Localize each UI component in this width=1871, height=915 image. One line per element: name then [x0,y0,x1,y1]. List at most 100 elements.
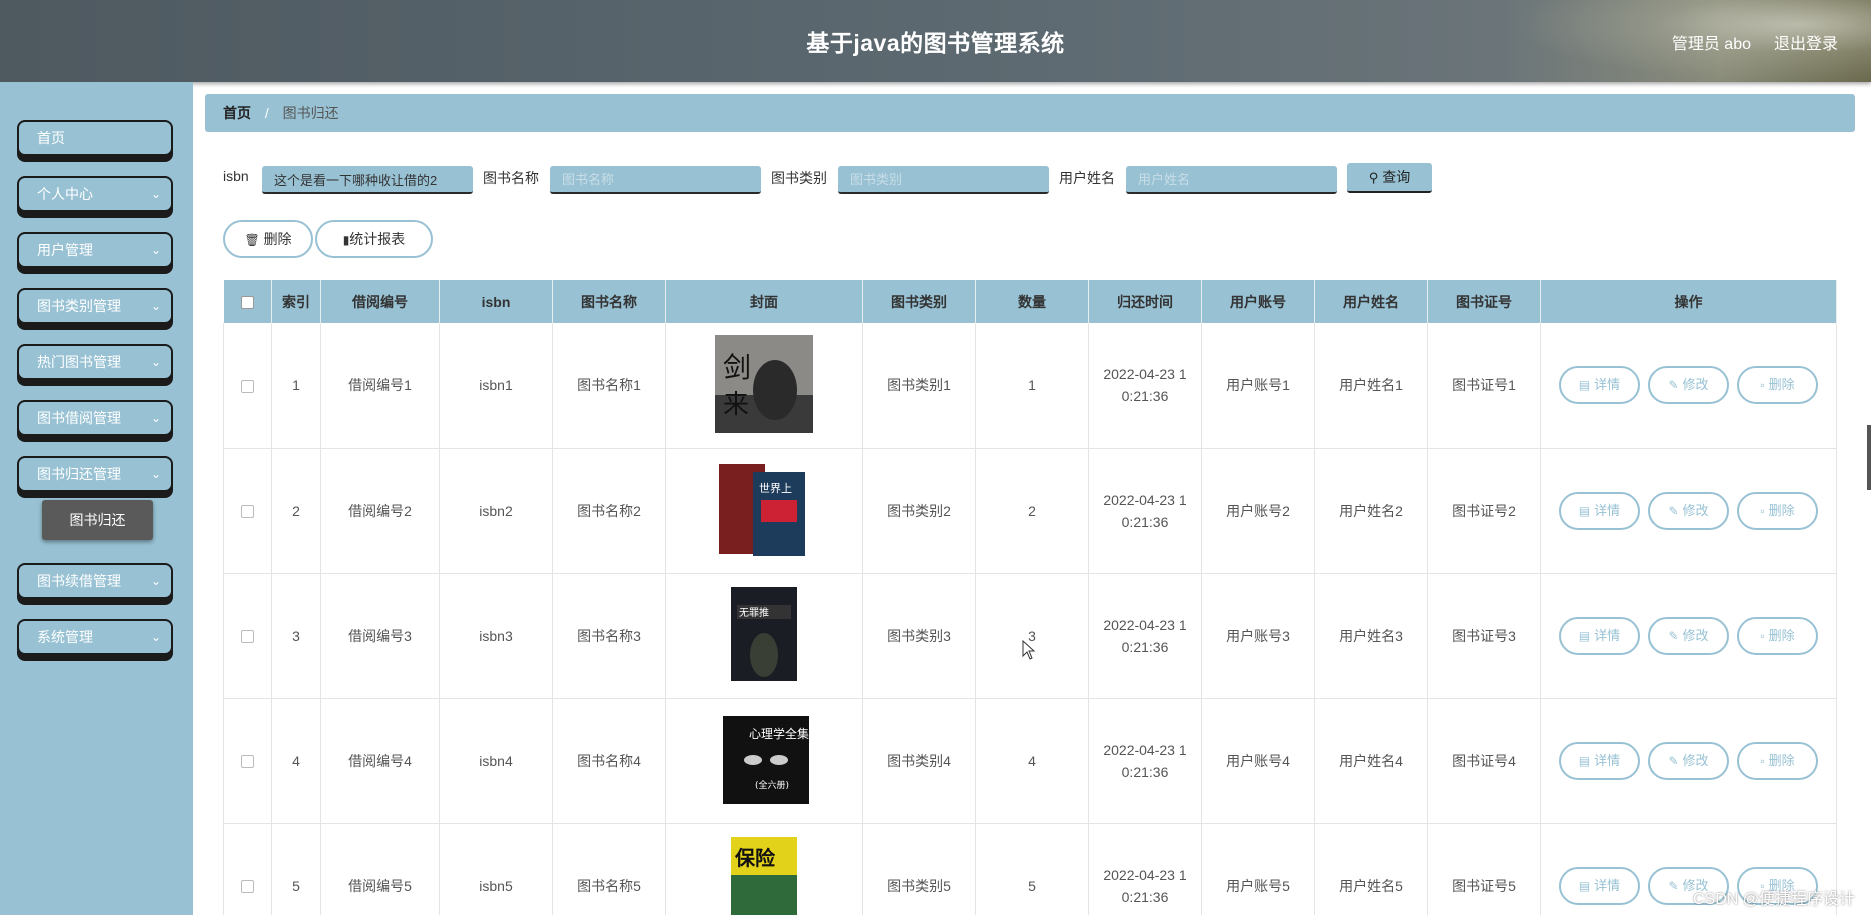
sidebar-item-categories[interactable]: 图书类别管理 ⌄ [17,288,173,324]
row-delete-button[interactable]: ▫ 删除 [1737,741,1818,780]
category-cell: 图书类别1 [862,323,976,449]
detail-button[interactable]: ▤ 详情 [1559,491,1640,530]
delete-label: 删除 [1768,627,1795,643]
pencil-icon: ✎ [1668,753,1679,768]
detail-button[interactable]: ▤ 详情 [1559,616,1640,655]
delete-button[interactable]: 🗑 删除 [223,220,313,258]
svg-text:来: 来 [723,390,749,420]
document-icon: ▤ [1578,628,1591,643]
edit-button[interactable]: ✎ 修改 [1648,741,1729,780]
account-cell: 用户账号2 [1201,448,1315,574]
sidebar-subitem-return[interactable]: 图书归还 [42,500,153,540]
scrollbar-thumb[interactable] [1867,425,1871,490]
sidebar-item-return[interactable]: 图书归还管理 ⌄ [17,456,173,492]
current-user: 管理员 abo [1671,36,1751,53]
document-icon: ▤ [1578,503,1591,518]
document-icon: ▤ [1578,753,1591,768]
return-time-text: 2022-04-23 10:21:36 [1103,366,1187,405]
borrow-no-cell: 借阅编号4 [320,698,440,824]
category-cell: 图书类别2 [862,448,976,574]
isbn-cell: isbn1 [439,323,553,449]
detail-button[interactable]: ▤ 详情 [1559,741,1640,780]
sidebar-item-profile[interactable]: 个人中心 ⌄ [17,176,173,212]
sidebar-item-users[interactable]: 用户管理 ⌄ [17,232,173,268]
row-checkbox[interactable] [241,630,254,644]
chevron-down-icon: ⌄ [150,187,161,201]
chevron-down-icon: ⌄ [150,299,161,313]
report-button-label: 统计报表 [349,231,406,247]
select-cell [223,448,272,574]
card-no-cell: 图书证号1 [1427,323,1541,449]
column-header: 用户账号 [1201,280,1315,323]
column-header: 图书类别 [862,280,976,323]
sidebar-item-borrow[interactable]: 图书借阅管理 ⌄ [17,400,173,436]
username-cell: 用户姓名4 [1314,698,1428,824]
column-header: 用户姓名 [1314,280,1428,323]
card-no-cell: 图书证号4 [1427,698,1541,824]
book-name-cell: 图书名称3 [552,573,666,699]
trash-icon: ▫ [1760,378,1765,393]
svg-text:(全六册): (全六册) [755,779,789,791]
query-button-label: 查询 [1382,169,1411,185]
trash-icon: ▫ [1760,753,1765,768]
sidebar-item-renew[interactable]: 图书续借管理 ⌄ [17,563,173,599]
row-checkbox[interactable] [241,880,254,894]
sidebar-item-hot-books[interactable]: 热门图书管理 ⌄ [17,344,173,380]
username-input[interactable] [1126,166,1337,194]
select-cell [223,698,272,824]
trash-icon: ▫ [1760,628,1765,643]
cover-cell: 无罪推 [665,573,863,699]
cover-cell: 世界上 [665,448,863,574]
detail-button[interactable]: ▤ 详情 [1559,866,1640,905]
book-name-input[interactable] [550,166,761,194]
return-time-text: 2022-04-23 10:21:36 [1103,491,1187,530]
isbn-label: isbn [223,168,249,184]
category-input[interactable] [838,166,1049,194]
isbn-cell: isbn3 [439,573,553,699]
sidebar-item-home[interactable]: 首页 [17,120,173,156]
column-header: isbn [439,280,553,323]
quantity-cell: 2 [975,448,1089,574]
quantity-cell: 5 [975,823,1089,915]
operations-cell: ▤ 详情 ✎ 修改 ▫ 删除 [1540,448,1837,574]
sidebar-item-label: 热门图书管理 [37,354,121,370]
sidebar-item-system[interactable]: 系统管理 ⌄ [17,619,173,655]
sidebar-item-label: 系统管理 [37,629,93,645]
query-button[interactable]: ⚲ 查询 [1347,163,1432,193]
pencil-icon: ✎ [1668,878,1679,893]
delete-label: 删除 [1768,752,1795,768]
edit-button[interactable]: ✎ 修改 [1648,616,1729,655]
pencil-icon: ✎ [1668,503,1679,518]
row-delete-button[interactable]: ▫ 删除 [1737,491,1818,530]
edit-button[interactable]: ✎ 修改 [1648,491,1729,530]
username-label: 用户姓名 [1059,170,1115,186]
row-checkbox[interactable] [241,755,254,769]
card-no-cell: 图书证号5 [1427,823,1541,915]
column-header: 数量 [975,280,1089,323]
operations-cell: ▤ 详情 ✎ 修改 ▫ 删除 [1540,573,1837,699]
isbn-input[interactable] [262,166,473,194]
row-checkbox[interactable] [241,380,254,394]
card-no-cell: 图书证号3 [1427,573,1541,699]
delete-label: 删除 [1768,502,1795,518]
book-name-cell: 图书名称5 [552,823,666,915]
row-checkbox[interactable] [241,505,254,519]
breadcrumb-home[interactable]: 首页 [223,105,251,121]
index-cell: 3 [271,573,321,699]
edit-button[interactable]: ✎ 修改 [1648,366,1729,405]
row-delete-button[interactable]: ▫ 删除 [1737,616,1818,655]
sidebar-item-label: 图书借阅管理 [37,410,121,426]
report-button[interactable]: ▮​ 统计报表 [315,220,433,258]
select-all-checkbox[interactable] [240,296,254,310]
edit-label: 修改 [1682,752,1709,768]
username-cell: 用户姓名1 [1314,323,1428,449]
detail-label: 详情 [1594,877,1621,893]
sidebar-item-label: 图书归还管理 [37,466,121,482]
select-cell [223,823,272,915]
column-header: 图书名称 [552,280,666,323]
borrow-no-cell: 借阅编号3 [320,573,440,699]
row-delete-button[interactable]: ▫ 删除 [1737,366,1818,405]
logout-button[interactable]: 退出登录 [1774,30,1838,54]
detail-button[interactable]: ▤ 详情 [1559,366,1640,405]
pencil-icon: ✎ [1668,378,1679,393]
